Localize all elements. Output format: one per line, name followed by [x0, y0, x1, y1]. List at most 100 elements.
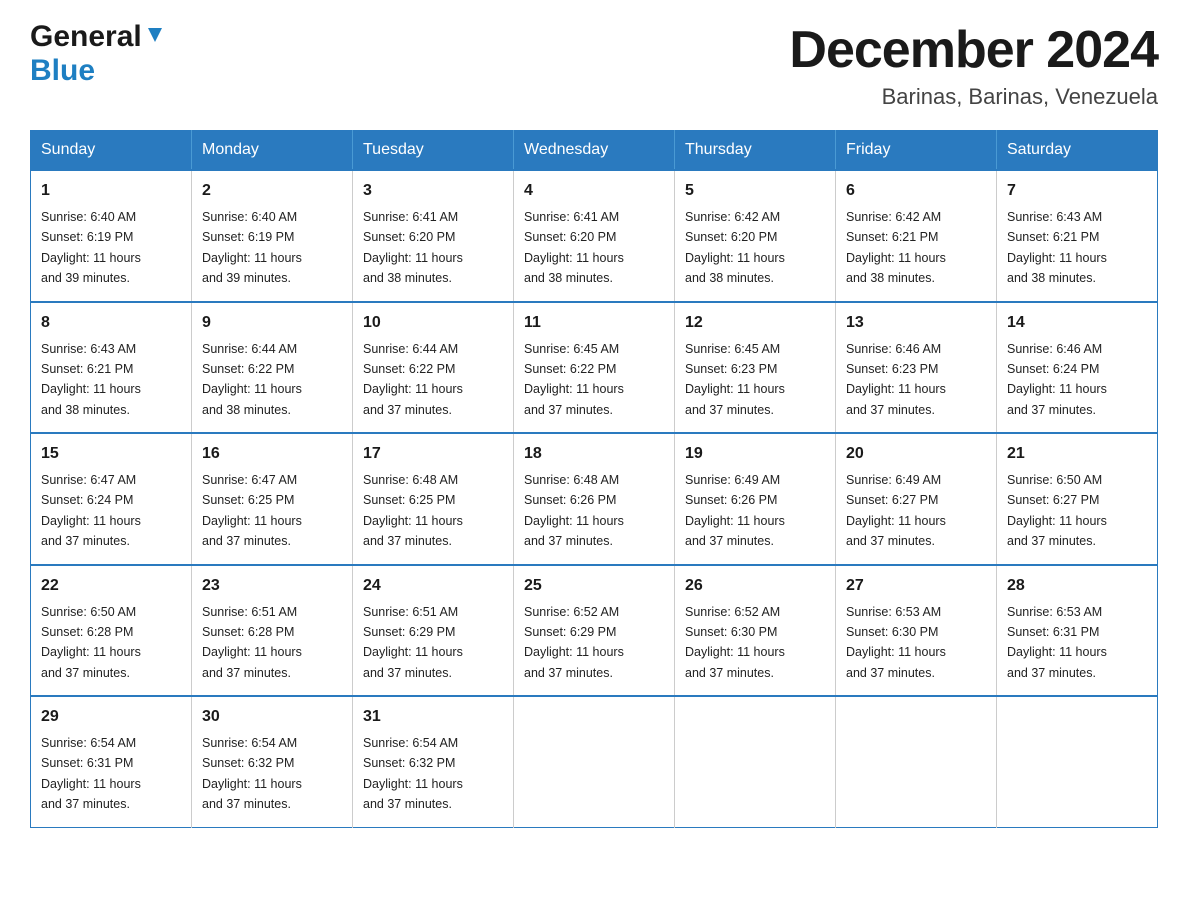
- table-row: 15 Sunrise: 6:47 AMSunset: 6:24 PMDaylig…: [31, 433, 192, 565]
- day-info: Sunrise: 6:54 AMSunset: 6:32 PMDaylight:…: [363, 736, 463, 811]
- calendar-header-row: Sunday Monday Tuesday Wednesday Thursday…: [31, 131, 1158, 171]
- day-info: Sunrise: 6:52 AMSunset: 6:29 PMDaylight:…: [524, 605, 624, 680]
- location-text: Barinas, Barinas, Venezuela: [789, 84, 1158, 110]
- day-number: 31: [363, 705, 503, 729]
- table-row: 5 Sunrise: 6:42 AMSunset: 6:20 PMDayligh…: [675, 170, 836, 302]
- day-info: Sunrise: 6:47 AMSunset: 6:24 PMDaylight:…: [41, 473, 141, 548]
- day-number: 6: [846, 179, 986, 203]
- table-row: 21 Sunrise: 6:50 AMSunset: 6:27 PMDaylig…: [997, 433, 1158, 565]
- table-row: 23 Sunrise: 6:51 AMSunset: 6:28 PMDaylig…: [192, 565, 353, 697]
- day-number: 20: [846, 442, 986, 466]
- day-number: 30: [202, 705, 342, 729]
- calendar-table: Sunday Monday Tuesday Wednesday Thursday…: [30, 130, 1158, 828]
- day-number: 24: [363, 574, 503, 598]
- table-row: 17 Sunrise: 6:48 AMSunset: 6:25 PMDaylig…: [353, 433, 514, 565]
- day-info: Sunrise: 6:42 AMSunset: 6:20 PMDaylight:…: [685, 210, 785, 285]
- day-number: 26: [685, 574, 825, 598]
- day-number: 21: [1007, 442, 1147, 466]
- table-row: 6 Sunrise: 6:42 AMSunset: 6:21 PMDayligh…: [836, 170, 997, 302]
- day-info: Sunrise: 6:44 AMSunset: 6:22 PMDaylight:…: [202, 342, 302, 417]
- day-number: 5: [685, 179, 825, 203]
- day-number: 8: [41, 311, 181, 335]
- day-info: Sunrise: 6:51 AMSunset: 6:28 PMDaylight:…: [202, 605, 302, 680]
- day-info: Sunrise: 6:50 AMSunset: 6:27 PMDaylight:…: [1007, 473, 1107, 548]
- month-title: December 2024: [789, 20, 1158, 80]
- table-row: 26 Sunrise: 6:52 AMSunset: 6:30 PMDaylig…: [675, 565, 836, 697]
- table-row: [997, 696, 1158, 827]
- day-number: 1: [41, 179, 181, 203]
- day-info: Sunrise: 6:49 AMSunset: 6:26 PMDaylight:…: [685, 473, 785, 548]
- table-row: 16 Sunrise: 6:47 AMSunset: 6:25 PMDaylig…: [192, 433, 353, 565]
- day-info: Sunrise: 6:50 AMSunset: 6:28 PMDaylight:…: [41, 605, 141, 680]
- day-number: 7: [1007, 179, 1147, 203]
- day-info: Sunrise: 6:54 AMSunset: 6:31 PMDaylight:…: [41, 736, 141, 811]
- table-row: 8 Sunrise: 6:43 AMSunset: 6:21 PMDayligh…: [31, 302, 192, 434]
- day-info: Sunrise: 6:41 AMSunset: 6:20 PMDaylight:…: [363, 210, 463, 285]
- calendar-week-row: 29 Sunrise: 6:54 AMSunset: 6:31 PMDaylig…: [31, 696, 1158, 827]
- day-info: Sunrise: 6:46 AMSunset: 6:23 PMDaylight:…: [846, 342, 946, 417]
- day-number: 10: [363, 311, 503, 335]
- table-row: 24 Sunrise: 6:51 AMSunset: 6:29 PMDaylig…: [353, 565, 514, 697]
- day-number: 27: [846, 574, 986, 598]
- logo: General Blue: [30, 20, 166, 88]
- day-number: 15: [41, 442, 181, 466]
- table-row: [514, 696, 675, 827]
- table-row: 4 Sunrise: 6:41 AMSunset: 6:20 PMDayligh…: [514, 170, 675, 302]
- day-info: Sunrise: 6:49 AMSunset: 6:27 PMDaylight:…: [846, 473, 946, 548]
- table-row: 1 Sunrise: 6:40 AMSunset: 6:19 PMDayligh…: [31, 170, 192, 302]
- day-number: 28: [1007, 574, 1147, 598]
- day-number: 17: [363, 442, 503, 466]
- day-number: 3: [363, 179, 503, 203]
- table-row: [675, 696, 836, 827]
- table-row: 11 Sunrise: 6:45 AMSunset: 6:22 PMDaylig…: [514, 302, 675, 434]
- table-row: 29 Sunrise: 6:54 AMSunset: 6:31 PMDaylig…: [31, 696, 192, 827]
- table-row: 22 Sunrise: 6:50 AMSunset: 6:28 PMDaylig…: [31, 565, 192, 697]
- table-row: 25 Sunrise: 6:52 AMSunset: 6:29 PMDaylig…: [514, 565, 675, 697]
- day-info: Sunrise: 6:40 AMSunset: 6:19 PMDaylight:…: [41, 210, 141, 285]
- table-row: 7 Sunrise: 6:43 AMSunset: 6:21 PMDayligh…: [997, 170, 1158, 302]
- day-info: Sunrise: 6:40 AMSunset: 6:19 PMDaylight:…: [202, 210, 302, 285]
- table-row: 9 Sunrise: 6:44 AMSunset: 6:22 PMDayligh…: [192, 302, 353, 434]
- logo-arrow-icon: [144, 24, 166, 51]
- day-info: Sunrise: 6:45 AMSunset: 6:22 PMDaylight:…: [524, 342, 624, 417]
- col-sunday: Sunday: [31, 131, 192, 171]
- table-row: 14 Sunrise: 6:46 AMSunset: 6:24 PMDaylig…: [997, 302, 1158, 434]
- table-row: 18 Sunrise: 6:48 AMSunset: 6:26 PMDaylig…: [514, 433, 675, 565]
- col-friday: Friday: [836, 131, 997, 171]
- day-info: Sunrise: 6:44 AMSunset: 6:22 PMDaylight:…: [363, 342, 463, 417]
- day-info: Sunrise: 6:42 AMSunset: 6:21 PMDaylight:…: [846, 210, 946, 285]
- calendar-week-row: 1 Sunrise: 6:40 AMSunset: 6:19 PMDayligh…: [31, 170, 1158, 302]
- title-section: December 2024 Barinas, Barinas, Venezuel…: [789, 20, 1158, 110]
- table-row: [836, 696, 997, 827]
- table-row: 19 Sunrise: 6:49 AMSunset: 6:26 PMDaylig…: [675, 433, 836, 565]
- table-row: 20 Sunrise: 6:49 AMSunset: 6:27 PMDaylig…: [836, 433, 997, 565]
- day-number: 11: [524, 311, 664, 335]
- day-info: Sunrise: 6:41 AMSunset: 6:20 PMDaylight:…: [524, 210, 624, 285]
- col-thursday: Thursday: [675, 131, 836, 171]
- day-info: Sunrise: 6:43 AMSunset: 6:21 PMDaylight:…: [1007, 210, 1107, 285]
- day-number: 23: [202, 574, 342, 598]
- day-number: 9: [202, 311, 342, 335]
- table-row: 27 Sunrise: 6:53 AMSunset: 6:30 PMDaylig…: [836, 565, 997, 697]
- col-wednesday: Wednesday: [514, 131, 675, 171]
- table-row: 13 Sunrise: 6:46 AMSunset: 6:23 PMDaylig…: [836, 302, 997, 434]
- col-saturday: Saturday: [997, 131, 1158, 171]
- day-number: 16: [202, 442, 342, 466]
- table-row: 30 Sunrise: 6:54 AMSunset: 6:32 PMDaylig…: [192, 696, 353, 827]
- day-info: Sunrise: 6:53 AMSunset: 6:30 PMDaylight:…: [846, 605, 946, 680]
- page-header: General Blue December 2024 Barinas, Bari…: [30, 20, 1158, 110]
- day-number: 14: [1007, 311, 1147, 335]
- day-number: 13: [846, 311, 986, 335]
- table-row: 2 Sunrise: 6:40 AMSunset: 6:19 PMDayligh…: [192, 170, 353, 302]
- table-row: 3 Sunrise: 6:41 AMSunset: 6:20 PMDayligh…: [353, 170, 514, 302]
- day-number: 25: [524, 574, 664, 598]
- day-info: Sunrise: 6:43 AMSunset: 6:21 PMDaylight:…: [41, 342, 141, 417]
- day-info: Sunrise: 6:51 AMSunset: 6:29 PMDaylight:…: [363, 605, 463, 680]
- logo-general-text: General: [30, 20, 142, 54]
- table-row: 31 Sunrise: 6:54 AMSunset: 6:32 PMDaylig…: [353, 696, 514, 827]
- day-info: Sunrise: 6:45 AMSunset: 6:23 PMDaylight:…: [685, 342, 785, 417]
- col-tuesday: Tuesday: [353, 131, 514, 171]
- day-info: Sunrise: 6:54 AMSunset: 6:32 PMDaylight:…: [202, 736, 302, 811]
- table-row: 12 Sunrise: 6:45 AMSunset: 6:23 PMDaylig…: [675, 302, 836, 434]
- day-number: 18: [524, 442, 664, 466]
